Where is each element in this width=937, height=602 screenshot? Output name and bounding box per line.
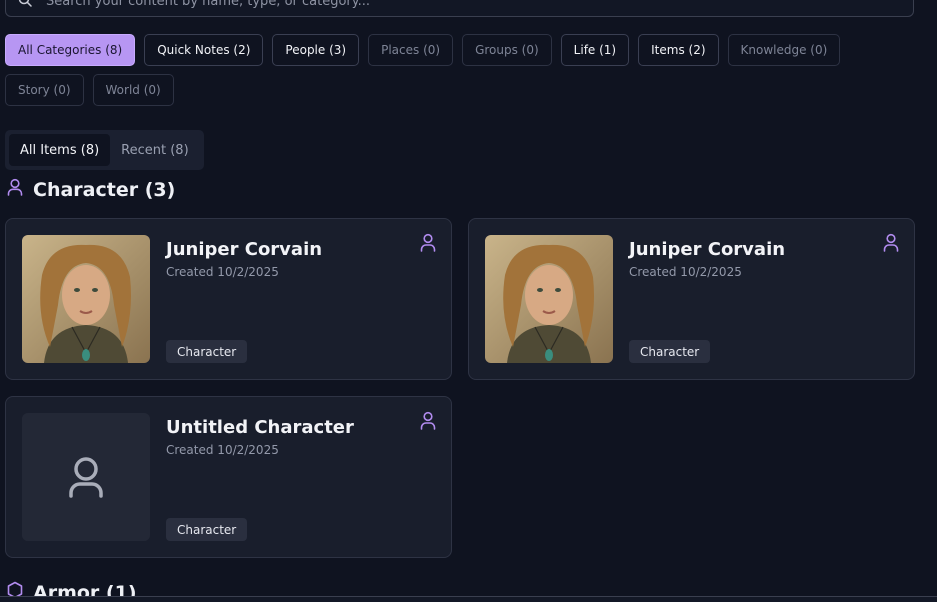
user-icon xyxy=(420,233,436,256)
card-type-badge: Character xyxy=(166,340,248,363)
section-title: Character (3) xyxy=(33,178,176,201)
search-icon xyxy=(18,0,32,11)
user-icon xyxy=(7,178,33,201)
page: All Categories (8) Quick Notes (2) Peopl… xyxy=(0,0,937,602)
tab-recent[interactable]: Recent (8) xyxy=(110,134,199,166)
character-placeholder-image xyxy=(22,413,150,541)
card-created-date: Created 10/2/2025 xyxy=(166,265,279,279)
filter-all-categories[interactable]: All Categories (8) xyxy=(5,34,136,66)
search-bar[interactable] xyxy=(5,0,914,17)
filter-quick-notes[interactable]: Quick Notes (2) xyxy=(144,34,264,66)
card-title: Juniper Corvain xyxy=(629,239,786,260)
search-input[interactable] xyxy=(46,0,913,9)
view-tabs: All Items (8) Recent (8) xyxy=(5,130,204,170)
card-type-badge: Character xyxy=(166,518,248,541)
card-title: Juniper Corvain xyxy=(166,239,323,260)
user-placeholder-icon xyxy=(22,413,150,541)
filter-story[interactable]: Story (0) xyxy=(5,74,84,106)
filter-groups[interactable]: Groups (0) xyxy=(462,34,552,66)
filter-people[interactable]: People (3) xyxy=(272,34,360,66)
filter-knowledge[interactable]: Knowledge (0) xyxy=(727,34,841,66)
tab-all-items[interactable]: All Items (8) xyxy=(9,134,111,166)
user-icon xyxy=(883,233,899,256)
card-title: Untitled Character xyxy=(166,417,354,438)
character-card[interactable]: Juniper Corvain Created 10/2/2025 Charac… xyxy=(5,218,452,380)
character-card[interactable]: Juniper Corvain Created 10/2/2025 Charac… xyxy=(468,218,915,380)
filter-life[interactable]: Life (1) xyxy=(560,34,630,66)
card-created-date: Created 10/2/2025 xyxy=(629,265,742,279)
card-created-date: Created 10/2/2025 xyxy=(166,443,279,457)
category-filters: All Categories (8) Quick Notes (2) Peopl… xyxy=(5,34,915,114)
section-heading-character: Character (3) xyxy=(7,178,175,201)
filter-world[interactable]: World (0) xyxy=(92,74,174,106)
bottom-bar xyxy=(0,597,937,602)
user-icon xyxy=(420,411,436,434)
card-type-badge: Character xyxy=(629,340,711,363)
character-portrait xyxy=(22,235,150,363)
character-card[interactable]: Untitled Character Created 10/2/2025 Cha… xyxy=(5,396,452,558)
character-portrait xyxy=(485,235,613,363)
filter-places[interactable]: Places (0) xyxy=(368,34,454,66)
filter-items[interactable]: Items (2) xyxy=(638,34,719,66)
